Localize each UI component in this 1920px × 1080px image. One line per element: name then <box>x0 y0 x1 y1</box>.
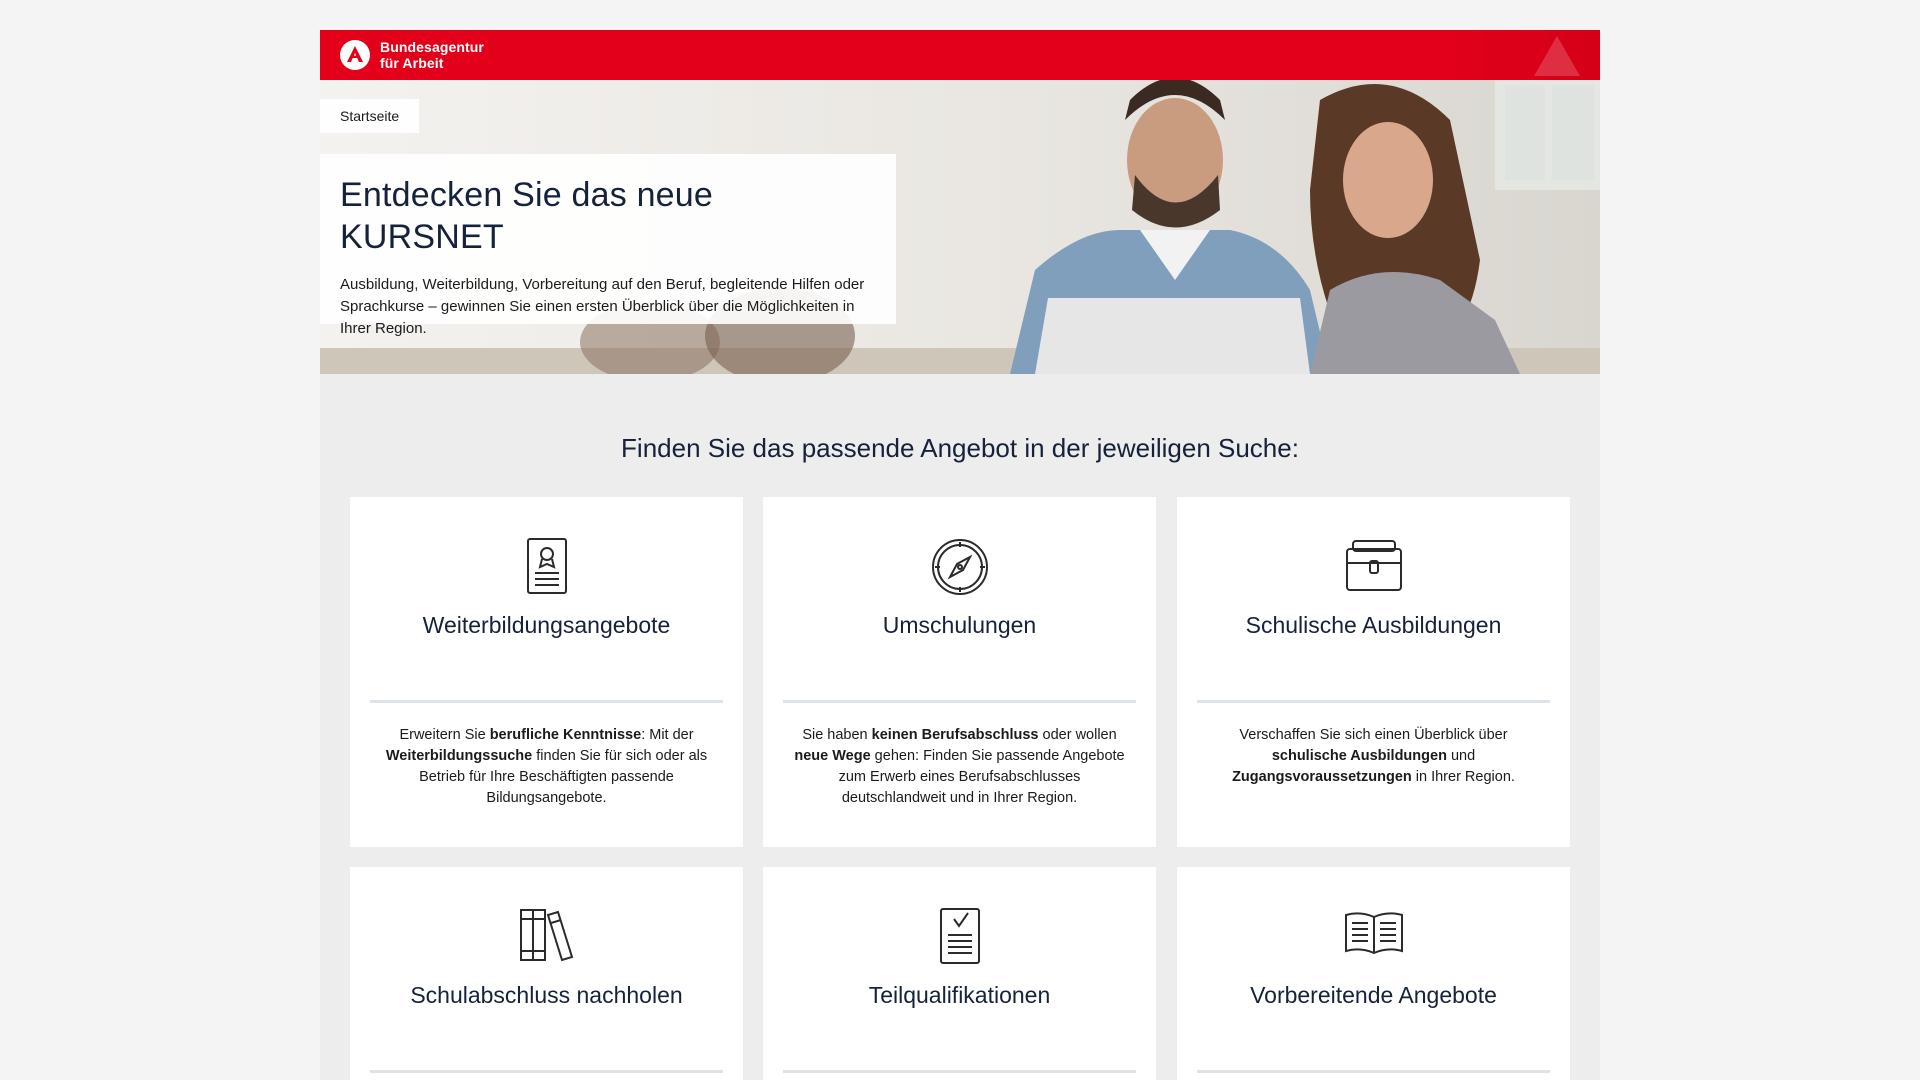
card-vorbereitende-angebote[interactable]: Vorbereitende Angebote <box>1177 867 1570 1080</box>
decorative-triangle-icon <box>1534 36 1580 76</box>
card-title: Weiterbildungsangebote <box>422 612 671 638</box>
checklist-document-icon <box>763 907 1156 967</box>
ba-logo-link[interactable]: Bundesagentur für Arbeit <box>340 39 484 71</box>
card-text-bold: Zugangsvoraussetzungen <box>1232 769 1412 785</box>
card-text-bold: schulische Ausbildungen <box>1271 748 1447 764</box>
header-bar: Bundesagentur für Arbeit <box>320 30 1600 80</box>
card-text-part: gehen: Finden Sie passende Angebote zum … <box>838 748 1125 806</box>
card-title: Vorbereitende Angebote <box>1250 982 1497 1008</box>
certificate-document-icon <box>350 537 743 597</box>
card-description: Erweitern Sie berufliche Kenntnisse: Mit… <box>380 725 713 809</box>
books-icon <box>350 907 743 967</box>
card-divider <box>783 1070 1136 1073</box>
card-title: Teilqualifikationen <box>868 982 1051 1008</box>
card-text-part: Sie haben <box>802 727 872 743</box>
page-container: Bundesagentur für Arbeit Startseite Entd… <box>320 30 1600 1080</box>
card-divider <box>370 700 723 703</box>
hero-banner: Startseite Entdecken Sie das neue KURSNE… <box>320 80 1600 374</box>
card-divider <box>1197 1070 1550 1073</box>
card-title: Umschulungen <box>882 612 1037 638</box>
logo-line-2: für Arbeit <box>380 55 444 71</box>
card-schulabschluss-nachholen[interactable]: Schulabschluss nachholen <box>350 867 743 1080</box>
card-text-part: Erweitern Sie <box>399 727 490 743</box>
logo-line-1: Bundesagentur <box>380 39 484 55</box>
card-title: Schulische Ausbildungen <box>1245 612 1502 638</box>
compass-icon <box>763 537 1156 597</box>
card-description: Verschaffen Sie sich einen Überblick übe… <box>1207 725 1540 788</box>
card-title: Schulabschluss nachholen <box>410 982 683 1008</box>
card-description: Sie haben keinen Berufsabschluss oder wo… <box>793 725 1126 809</box>
card-schulische-ausbildungen[interactable]: Schulische Ausbildungen Verschaffen Sie … <box>1177 497 1570 847</box>
card-divider <box>783 700 1136 703</box>
card-weiterbildungsangebote[interactable]: Weiterbildungsangebote Erweitern Sie ber… <box>350 497 743 847</box>
logo-text: Bundesagentur für Arbeit <box>380 39 484 71</box>
card-text-bold: Weiterbildungssuche <box>385 748 533 764</box>
hero-title: Entdecken Sie das neue KURSNET <box>340 176 714 256</box>
card-text-bold: neue Wege <box>794 748 871 764</box>
card-text-bold: berufliche Kenntnisse <box>489 727 642 743</box>
hero-text-card: Entdecken Sie das neue KURSNET Ausbildun… <box>320 154 896 337</box>
card-teilqualifikationen[interactable]: Teilqualifikationen <box>763 867 1156 1080</box>
card-text-part: : Mit der <box>641 727 694 743</box>
hero-description: Ausbildung, Weiterbildung, Vorbereitung … <box>340 276 865 337</box>
card-text-part: in Ihrer Region. <box>1411 769 1515 785</box>
card-umschulungen[interactable]: Umschulungen Sie haben keinen Berufsabsc… <box>763 497 1156 847</box>
school-bag-icon <box>1177 537 1570 597</box>
ba-logo-icon <box>340 40 370 70</box>
card-text-part: und <box>1446 748 1476 764</box>
section-title: Finden Sie das passende Angebot in der j… <box>621 433 1299 463</box>
card-text-bold: keinen Berufsabschluss <box>871 727 1039 743</box>
card-divider <box>1197 700 1550 703</box>
card-text-part: Verschaffen Sie sich einen Überblick übe… <box>1239 727 1508 743</box>
card-text-part: oder wollen <box>1038 727 1117 743</box>
card-divider <box>370 1070 723 1073</box>
breadcrumb-home[interactable]: Startseite <box>320 99 420 133</box>
open-book-icon <box>1177 907 1570 967</box>
